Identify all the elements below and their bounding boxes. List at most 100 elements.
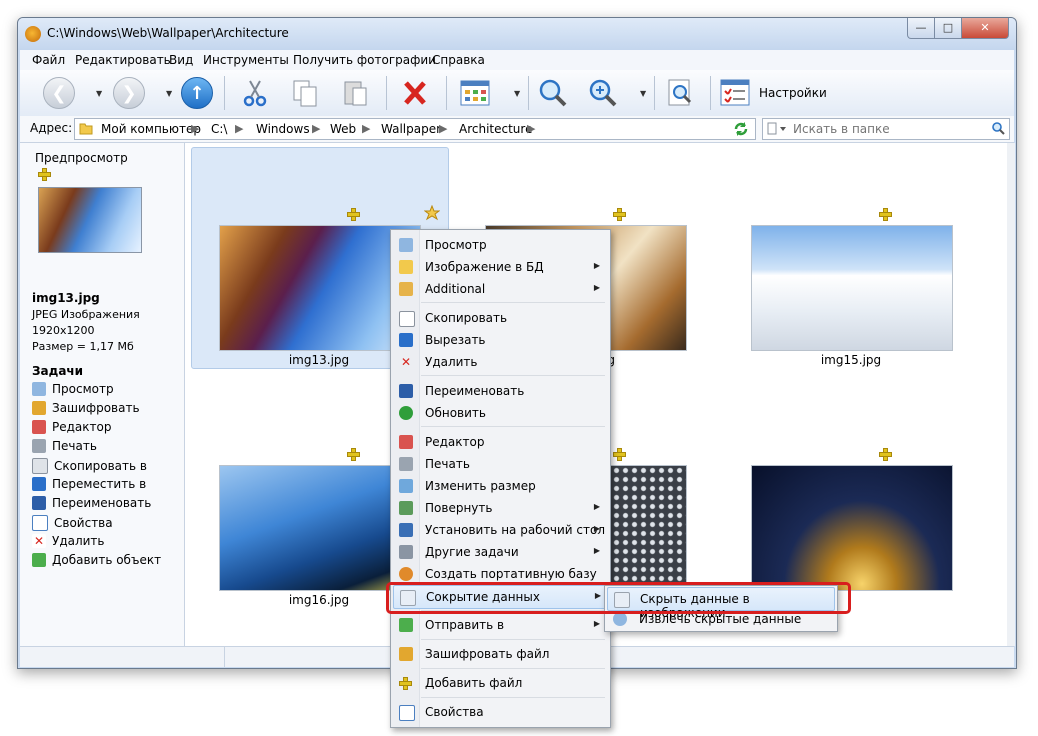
chevron-right-icon[interactable]: ▶ bbox=[312, 122, 320, 135]
crumb-web[interactable]: Web bbox=[330, 122, 356, 136]
chevron-right-icon[interactable]: ▶ bbox=[439, 122, 447, 135]
crumb-my-computer[interactable]: Мой компьютер bbox=[101, 122, 201, 136]
search-scope-icon[interactable] bbox=[767, 122, 787, 136]
task-encrypt[interactable]: Зашифровать bbox=[32, 401, 140, 415]
task-rename[interactable]: Переименовать bbox=[32, 496, 151, 510]
menu-help[interactable]: Справка bbox=[432, 53, 485, 67]
crumb-wallpaper[interactable]: Wallpaper bbox=[381, 122, 441, 136]
add-plus-icon[interactable] bbox=[347, 208, 360, 221]
ctx-item-view[interactable]: Просмотр bbox=[393, 234, 608, 256]
zoom-out-button[interactable] bbox=[536, 76, 570, 110]
forward-button[interactable]: ❯ bbox=[112, 76, 146, 110]
paste-button[interactable] bbox=[338, 76, 372, 110]
ctx-label: Отправить в bbox=[425, 618, 505, 632]
thumbnail-image[interactable] bbox=[751, 225, 953, 351]
thumbnail-label[interactable]: img13.jpg bbox=[219, 353, 419, 367]
ctx-item-set-wallpaper[interactable]: Установить на рабочий стол ▶ bbox=[393, 519, 608, 541]
find-button[interactable] bbox=[664, 76, 698, 110]
star-icon[interactable] bbox=[424, 205, 440, 221]
tasks-title: Задачи bbox=[32, 364, 84, 378]
crumb-drive[interactable]: C:\ bbox=[211, 122, 227, 136]
add-plus-icon[interactable] bbox=[613, 448, 626, 461]
crumb-architecture[interactable]: Architecture bbox=[459, 122, 532, 136]
view-icon bbox=[32, 382, 46, 396]
resize-icon bbox=[399, 479, 413, 493]
task-add-object[interactable]: Добавить объект bbox=[32, 553, 161, 567]
view-mode-button[interactable] bbox=[458, 76, 492, 110]
vertical-scrollbar[interactable] bbox=[1007, 143, 1015, 646]
task-copy-to[interactable]: Скопировать в bbox=[32, 458, 147, 474]
ctx-item-refresh[interactable]: Обновить bbox=[393, 402, 608, 424]
delete-x-icon: ✕ bbox=[400, 355, 412, 369]
ctx-item-cut[interactable]: Вырезать bbox=[393, 329, 608, 351]
zoom-in-button[interactable] bbox=[586, 76, 620, 110]
add-plus-icon[interactable] bbox=[879, 448, 892, 461]
search-input[interactable] bbox=[791, 120, 985, 138]
settings-label[interactable]: Настройки bbox=[759, 86, 827, 100]
submenu-label: Извлечь скрытые данные bbox=[639, 612, 802, 626]
ctx-item-add-file[interactable]: Добавить файл bbox=[393, 672, 608, 694]
up-button[interactable]: ↑ bbox=[180, 76, 214, 110]
ctx-item-send-to[interactable]: Отправить в ▶ bbox=[393, 614, 608, 636]
menu-file[interactable]: Файл bbox=[32, 53, 65, 67]
view-dropdown-icon[interactable]: ▼ bbox=[514, 89, 520, 98]
menu-view[interactable]: Вид bbox=[169, 53, 193, 67]
close-button[interactable]: ✕ bbox=[961, 18, 1009, 39]
back-button[interactable]: ❮ bbox=[42, 76, 76, 110]
back-dropdown-icon[interactable]: ▼ bbox=[96, 89, 102, 98]
folder-icon bbox=[79, 123, 93, 135]
chevron-right-icon[interactable]: ▶ bbox=[191, 122, 199, 135]
chevron-right-icon[interactable]: ▶ bbox=[235, 122, 243, 135]
preview-title: Предпросмотр bbox=[35, 151, 128, 165]
ctx-item-properties[interactable]: Свойства bbox=[393, 701, 608, 723]
forward-dropdown-icon[interactable]: ▼ bbox=[166, 89, 172, 98]
cut-button[interactable] bbox=[238, 76, 272, 110]
add-plus-icon[interactable] bbox=[347, 448, 360, 461]
ctx-item-editor[interactable]: Редактор bbox=[393, 431, 608, 453]
add-plus-icon[interactable] bbox=[613, 208, 626, 221]
settings-button[interactable] bbox=[718, 76, 752, 110]
delete-button[interactable] bbox=[398, 76, 432, 110]
add-plus-icon[interactable] bbox=[879, 208, 892, 221]
thumbnail-image[interactable] bbox=[751, 465, 953, 591]
search-box[interactable] bbox=[762, 118, 1010, 140]
task-delete[interactable]: ✕ Удалить bbox=[32, 534, 105, 548]
minimize-button[interactable]: — bbox=[907, 18, 935, 39]
copy-button[interactable] bbox=[288, 76, 322, 110]
ctx-item-encrypt-file[interactable]: Зашифровать файл bbox=[393, 643, 608, 665]
add-plus-icon[interactable] bbox=[38, 168, 51, 181]
crumb-windows[interactable]: Windows bbox=[256, 122, 310, 136]
delete-x-icon: ✕ bbox=[32, 534, 46, 548]
ctx-item-other-tasks[interactable]: Другие задачи ▶ bbox=[393, 541, 608, 563]
chevron-right-icon[interactable]: ▶ bbox=[527, 122, 535, 135]
task-properties[interactable]: Свойства bbox=[32, 515, 113, 531]
ctx-item-delete[interactable]: ✕ Удалить bbox=[393, 351, 608, 373]
ctx-item-resize[interactable]: Изменить размер bbox=[393, 475, 608, 497]
ctx-item-additional[interactable]: Additional ▶ bbox=[393, 278, 608, 300]
menu-tools[interactable]: Инструменты bbox=[203, 53, 289, 67]
task-move-to[interactable]: Переместить в bbox=[32, 477, 146, 491]
refresh-icon bbox=[399, 406, 413, 420]
search-icon[interactable] bbox=[991, 121, 1005, 135]
task-label: Свойства bbox=[54, 516, 113, 530]
rotate-icon bbox=[399, 501, 413, 515]
zoom-dropdown-icon[interactable]: ▼ bbox=[640, 89, 646, 98]
refresh-icon[interactable] bbox=[733, 121, 749, 137]
task-editor[interactable]: Редактор bbox=[32, 420, 111, 434]
thumbnail-label[interactable]: img15.jpg bbox=[751, 353, 951, 367]
ctx-item-print[interactable]: Печать bbox=[393, 453, 608, 475]
extract-disc-icon bbox=[613, 612, 627, 626]
menu-separator bbox=[421, 668, 605, 669]
address-field[interactable]: Мой компьютер ▶ C:\ ▶ Windows ▶ Web ▶ Wa… bbox=[74, 118, 756, 140]
ctx-item-image-to-db[interactable]: Изображение в БД ▶ bbox=[393, 256, 608, 278]
task-print[interactable]: Печать bbox=[32, 439, 97, 453]
menu-edit[interactable]: Редактировать bbox=[75, 53, 171, 67]
ctx-item-rename[interactable]: Переименовать bbox=[393, 380, 608, 402]
menu-get-photos[interactable]: Получить фотографии bbox=[293, 53, 436, 67]
preview-thumbnail bbox=[38, 187, 142, 253]
ctx-item-copy[interactable]: Скопировать bbox=[393, 307, 608, 329]
task-view[interactable]: Просмотр bbox=[32, 382, 114, 396]
ctx-item-rotate[interactable]: Повернуть ▶ bbox=[393, 497, 608, 519]
maximize-button[interactable]: □ bbox=[934, 18, 962, 39]
chevron-right-icon[interactable]: ▶ bbox=[362, 122, 370, 135]
